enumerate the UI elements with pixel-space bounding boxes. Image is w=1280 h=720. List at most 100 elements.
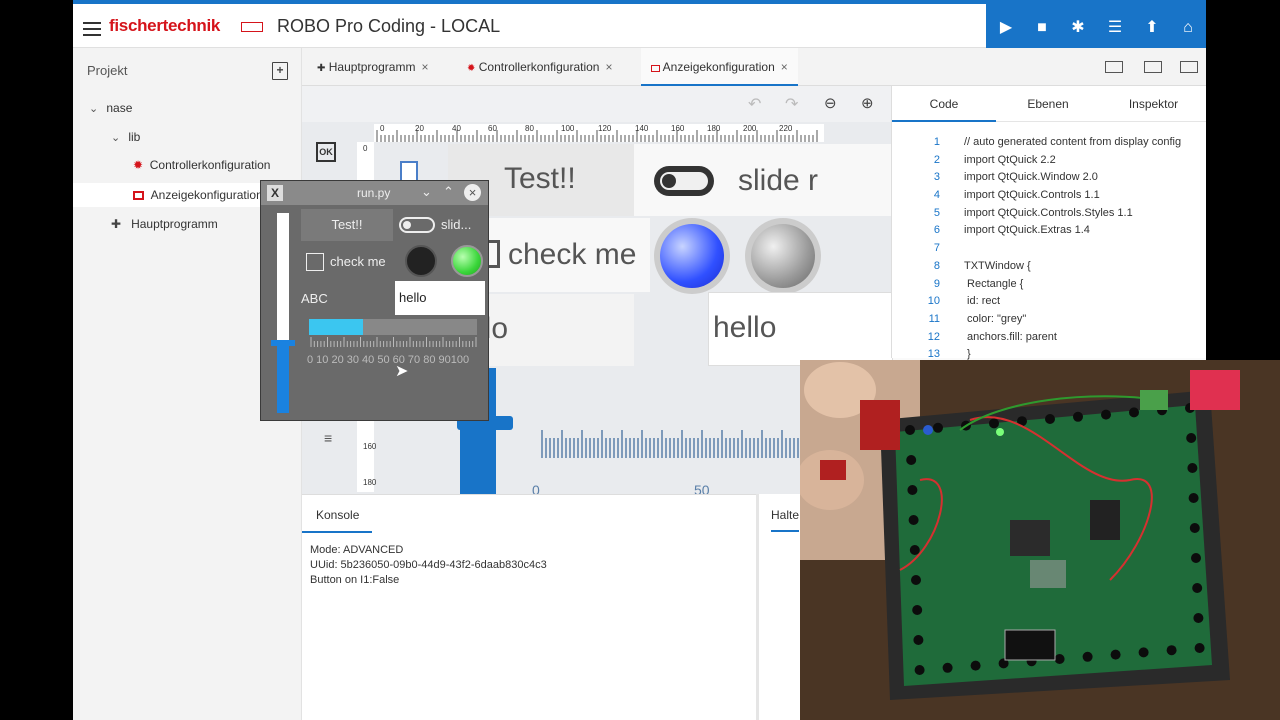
tree-item-controllerkonfiguration[interactable]: ✹ Controllerkonfiguration <box>133 153 270 177</box>
ruler-label: 120 <box>598 124 612 133</box>
play-icon[interactable]: ▶ <box>994 16 1018 40</box>
close-icon[interactable]: × <box>605 60 612 74</box>
code-line: 11 color: "grey" <box>902 311 1202 329</box>
canvas-input[interactable]: hello <box>708 292 893 366</box>
app-title: ROBO Pro Coding - LOCAL <box>277 16 501 36</box>
code-text: anchors.fill: parent <box>964 330 1057 343</box>
code-line: 4 import QtQuick.Controls 1.1 <box>902 187 1202 205</box>
ruler-label: 100 <box>561 124 575 133</box>
runpy-led-off <box>405 245 437 277</box>
ok-button-icon[interactable]: OK <box>316 142 336 162</box>
tab-code[interactable]: Code <box>892 86 996 122</box>
code-text: import QtQuick.Controls.Styles 1.1 <box>964 206 1133 219</box>
debug-icon[interactable]: ✱ <box>1066 16 1090 40</box>
runpy-vertical-slider[interactable] <box>277 213 289 413</box>
tab-konsole[interactable]: Konsole <box>302 495 372 533</box>
stop-icon[interactable]: ■ <box>1030 16 1054 40</box>
layout-bottom-icon[interactable] <box>1144 61 1162 73</box>
runpy-checkbox[interactable] <box>306 253 324 271</box>
code-text: id: rect <box>964 295 1001 308</box>
runpy-progress-fill <box>309 319 363 335</box>
canvas-toolbar: ↶ ↷ ⊖ ⊕ <box>302 86 893 122</box>
top-bar: fischertechnik ROBO Pro Coding - LOCAL ▶… <box>73 0 1206 52</box>
layout-left-icon[interactable] <box>1105 61 1123 73</box>
undo-icon[interactable]: ↶ <box>748 94 761 114</box>
run-toolbar: ▶ ■ ✱ ☰ ⬆ ⌂ <box>986 4 1206 52</box>
upload-icon[interactable]: ⬆ <box>1140 16 1164 40</box>
code-text: import QtQuick.Window 2.0 <box>964 171 1098 184</box>
code-line: 5 import QtQuick.Controls.Styles 1.1 <box>902 205 1202 223</box>
code-line: 3 import QtQuick.Window 2.0 <box>902 169 1202 187</box>
runpy-switch-label: slid... <box>441 217 472 232</box>
code-line: 12 anchors.fill: parent <box>902 329 1202 347</box>
runpy-led-green <box>451 245 483 277</box>
close-icon[interactable]: × <box>464 184 481 201</box>
canvas-switch[interactable]: slide r <box>634 144 893 216</box>
code-line: 7 <box>902 240 1202 258</box>
tree-item-lib[interactable]: ⌄ lib <box>111 125 140 149</box>
ruler-label: 180 <box>363 478 377 487</box>
maximize-icon[interactable]: ⌃ <box>443 184 454 200</box>
tab-ebenen[interactable]: Ebenen <box>996 86 1100 122</box>
add-file-icon[interactable]: + <box>272 62 288 80</box>
menu-icon[interactable] <box>83 22 101 36</box>
tab-inspektor[interactable]: Inspektor <box>1100 86 1206 122</box>
zoom-out-icon[interactable]: ⊖ <box>824 94 837 112</box>
tab-hauptprogramm[interactable]: ✚ Hauptprogramm × <box>307 48 438 86</box>
line-number: 10 <box>927 295 940 308</box>
tree-item-anzeigekonfiguration[interactable]: Anzeigekonfiguration <box>133 183 263 207</box>
ruler-label: 0 <box>380 124 385 133</box>
line-number: 2 <box>933 153 940 166</box>
tab-halte[interactable]: Halte <box>771 508 800 532</box>
connect-icon[interactable]: ⌂ <box>1176 16 1200 40</box>
runpy-switch[interactable] <box>399 217 435 233</box>
canvas-switch-label: slide r <box>738 164 819 197</box>
runpy-scale-ticks <box>310 337 477 347</box>
minimize-icon[interactable]: ⌄ <box>421 184 432 200</box>
code-line: 2 import QtQuick 2.2 <box>902 152 1202 170</box>
puzzle-icon: ✚ <box>317 63 326 74</box>
close-icon[interactable]: × <box>421 60 428 74</box>
tree-item-nase[interactable]: ⌄ nase <box>89 96 132 120</box>
close-icon[interactable]: × <box>781 60 788 74</box>
horizontal-ruler: 0 20 40 60 80 100 120 140 160 180 200 22… <box>374 124 824 142</box>
runpy-input[interactable]: hello <box>395 281 485 315</box>
runpy-test-button[interactable]: Test!! <box>301 209 393 241</box>
code-line: 1 // auto generated content from display … <box>902 134 1202 152</box>
code-line: 8 TXTWindow { <box>902 258 1202 276</box>
layout-right-icon[interactable] <box>1180 61 1198 73</box>
settings-icon[interactable]: ☰ <box>1103 16 1127 40</box>
runpy-scale-labels: 0 10 20 30 40 50 60 70 80 90100 <box>307 354 470 366</box>
console-line: UUid: 5b236050-09b0-44d9-43f2-6daab830c4… <box>310 559 547 571</box>
run-py-titlebar[interactable]: X run.py ⌄ ⌃ × <box>261 181 488 205</box>
console-output: Mode: ADVANCED UUid: 5b236050-09b0-44d9-… <box>310 543 547 588</box>
ruler-label: 20 <box>415 124 424 133</box>
canvas-checkbox[interactable]: check me <box>480 218 650 292</box>
ruler-label: 60 <box>488 124 497 133</box>
zoom-in-icon[interactable]: ⊕ <box>861 94 874 112</box>
tree-item-hauptprogramm[interactable]: ✚ Hauptprogramm <box>111 212 218 236</box>
canvas-button-label: Test!! <box>504 162 576 195</box>
ruler-label: 200 <box>743 124 757 133</box>
controller-board-illustration <box>800 360 1280 720</box>
list-icon[interactable]: ≡ <box>324 430 332 446</box>
canvas-led-grey[interactable] <box>745 218 821 294</box>
redo-icon[interactable]: ↷ <box>785 94 798 114</box>
tab-anzeigekonfiguration[interactable]: Anzeigekonfiguration × <box>641 48 798 86</box>
puzzle-icon: ✚ <box>111 217 122 231</box>
code-text: TXTWindow { <box>964 259 1031 272</box>
tab-controllerkonfiguration[interactable]: ✹ Controllerkonfiguration × <box>457 48 622 86</box>
code-line: 10 id: rect <box>902 293 1202 311</box>
code-text: // auto generated content from display c… <box>964 136 1182 148</box>
code-view[interactable]: 1 // auto generated content from display … <box>902 134 1202 364</box>
line-number: 4 <box>933 189 940 202</box>
canvas-led-blue[interactable] <box>654 218 730 294</box>
ruler-label: 160 <box>363 442 377 451</box>
runpy-slider-knob[interactable] <box>271 340 295 346</box>
line-number: 7 <box>933 242 940 255</box>
code-text: } <box>964 348 971 361</box>
display-icon <box>651 65 660 72</box>
code-text: import QtQuick 2.2 <box>964 153 1056 166</box>
run-py-title: run.py <box>357 186 391 200</box>
switch-track <box>654 166 714 196</box>
